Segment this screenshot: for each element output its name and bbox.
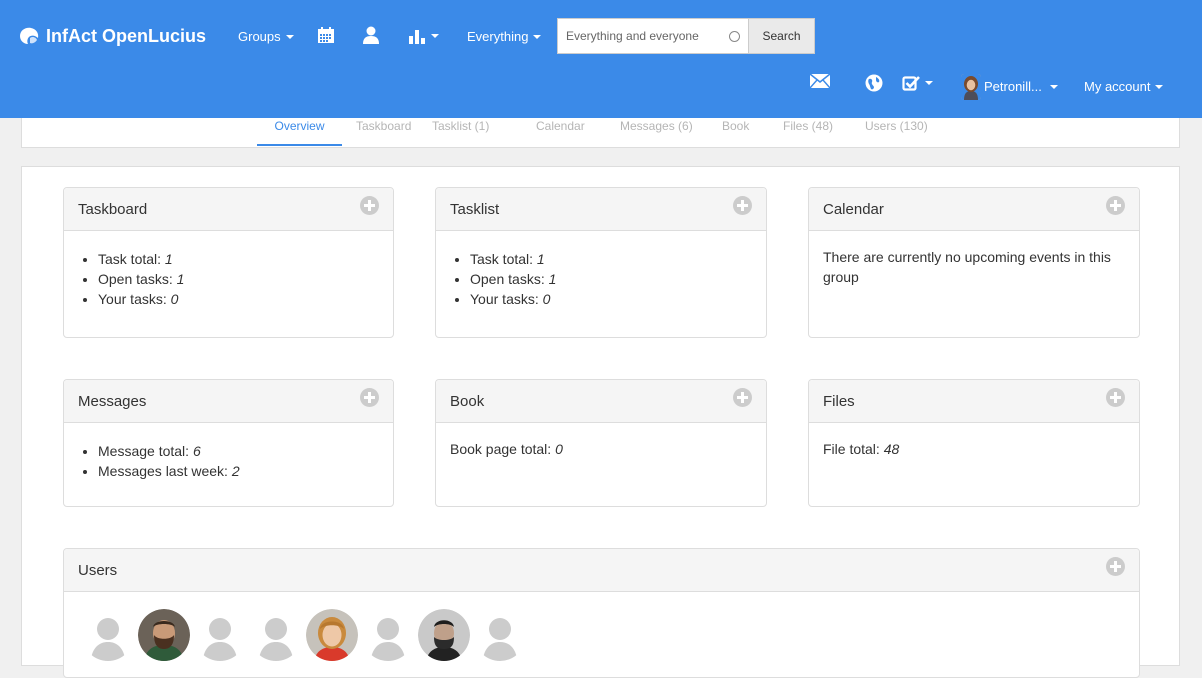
- list-item: Open tasks: 1: [98, 269, 379, 289]
- overview-panel: Taskboard Task total: 1 Open tasks: 1 Yo…: [21, 166, 1180, 678]
- book-stat: Book page total: 0: [450, 441, 563, 457]
- my-account-menu[interactable]: My account: [1084, 74, 1164, 100]
- card-title: Messages: [78, 392, 147, 410]
- user-nav-button[interactable]: [362, 26, 380, 44]
- calendar-card: Calendar There are currently no upcoming…: [808, 187, 1140, 338]
- tab-users[interactable]: Users (130): [865, 118, 928, 146]
- add-icon[interactable]: [733, 195, 752, 215]
- search-scope-radio[interactable]: [729, 30, 740, 42]
- search-placeholder: Everything and everyone: [566, 29, 699, 43]
- add-icon[interactable]: [1106, 556, 1125, 576]
- users-avatar-list: [82, 609, 526, 661]
- chevron-down-icon: [1049, 85, 1058, 89]
- groups-menu[interactable]: Groups: [238, 29, 294, 45]
- add-icon[interactable]: [1106, 195, 1125, 215]
- chevron-down-icon: [533, 35, 542, 39]
- calendar-empty-text: There are currently no upcoming events i…: [823, 249, 1111, 285]
- messages-stats: Message total: 6 Messages last week: 2: [78, 441, 379, 481]
- globe-icon: [865, 74, 883, 92]
- tab-tasklist[interactable]: Tasklist (1): [432, 118, 489, 146]
- files-card: Files File total: 48: [808, 379, 1140, 507]
- bar-chart-icon: [409, 30, 425, 44]
- check-square-icon: [902, 76, 920, 91]
- book-card: Book Book page total: 0: [435, 379, 767, 507]
- taskboard-stats: Task total: 1 Open tasks: 1 Your tasks: …: [78, 249, 379, 309]
- add-icon[interactable]: [1106, 387, 1125, 407]
- user-avatar-placeholder[interactable]: [474, 609, 526, 661]
- add-icon[interactable]: [360, 387, 379, 407]
- list-item: Your tasks: 0: [470, 289, 752, 309]
- card-title: Book: [450, 392, 485, 410]
- my-account-label: My account: [1084, 79, 1151, 94]
- user-avatar-placeholder[interactable]: [82, 609, 134, 661]
- top-navbar: InfAct OpenLucius Groups Everything Ever…: [0, 0, 1202, 118]
- list-item: Message total: 6: [98, 441, 379, 461]
- add-icon[interactable]: [360, 195, 379, 215]
- tab-messages[interactable]: Messages (6): [620, 118, 693, 146]
- user-avatar-placeholder[interactable]: [194, 609, 246, 661]
- tab-book[interactable]: Book: [722, 118, 749, 146]
- chevron-down-icon: [431, 34, 439, 38]
- user-name: Petronill...: [984, 79, 1042, 94]
- everything-menu[interactable]: Everything: [467, 29, 542, 45]
- user-avatar[interactable]: [306, 609, 358, 661]
- groups-label: Groups: [238, 29, 281, 44]
- list-item: Task total: 1: [98, 249, 379, 269]
- tasklist-card: Tasklist Task total: 1 Open tasks: 1 You…: [435, 187, 767, 338]
- search-input[interactable]: Everything and everyone: [557, 18, 748, 54]
- user-menu[interactable]: Petronill...: [961, 74, 1058, 100]
- tab-calendar[interactable]: Calendar: [536, 118, 585, 146]
- list-item: Messages last week: 2: [98, 461, 379, 481]
- tasks-menu[interactable]: [902, 74, 933, 92]
- tasklist-stats: Task total: 1 Open tasks: 1 Your tasks: …: [450, 249, 752, 309]
- list-item: Task total: 1: [470, 249, 752, 269]
- brand-name: InfAct OpenLucius: [46, 26, 207, 46]
- everything-label: Everything: [467, 29, 529, 44]
- card-title: Files: [823, 392, 855, 410]
- card-title: Calendar: [823, 200, 884, 218]
- user-icon: [363, 26, 379, 44]
- list-item: Open tasks: 1: [470, 269, 752, 289]
- taskboard-card: Taskboard Task total: 1 Open tasks: 1 Yo…: [63, 187, 394, 338]
- brand[interactable]: InfAct OpenLucius: [18, 26, 206, 46]
- add-icon[interactable]: [733, 387, 752, 407]
- envelope-icon: [810, 74, 830, 88]
- chevron-down-icon: [925, 81, 933, 85]
- calendar-icon: [318, 27, 334, 43]
- messages-nav-button[interactable]: [810, 74, 830, 88]
- list-item: Your tasks: 0: [98, 289, 379, 309]
- card-title: Users: [78, 561, 118, 579]
- search-button[interactable]: Search: [748, 18, 815, 54]
- stats-menu[interactable]: [408, 28, 439, 44]
- tab-taskboard[interactable]: Taskboard: [356, 118, 411, 146]
- card-title: Tasklist: [450, 200, 500, 218]
- user-avatar-placeholder[interactable]: [362, 609, 414, 661]
- user-avatar-placeholder[interactable]: [250, 609, 302, 661]
- users-card: Users: [63, 548, 1140, 678]
- user-avatar[interactable]: [418, 609, 470, 661]
- calendar-nav-button[interactable]: [317, 26, 335, 44]
- globe-nav-button[interactable]: [865, 74, 883, 92]
- chevron-down-icon: [285, 35, 294, 39]
- tab-files[interactable]: Files (48): [783, 118, 833, 146]
- group-tabs: Overview Taskboard Tasklist (1) Calendar…: [21, 118, 1180, 148]
- chevron-down-icon: [1155, 85, 1164, 89]
- files-stat: File total: 48: [823, 441, 900, 457]
- user-avatar[interactable]: [138, 609, 190, 661]
- messages-card: Messages Message total: 6 Messages last …: [63, 379, 394, 507]
- card-title: Taskboard: [78, 200, 148, 218]
- lucius-logo-icon: [20, 27, 39, 44]
- tab-overview[interactable]: Overview: [257, 118, 342, 146]
- user-avatar: [961, 74, 981, 100]
